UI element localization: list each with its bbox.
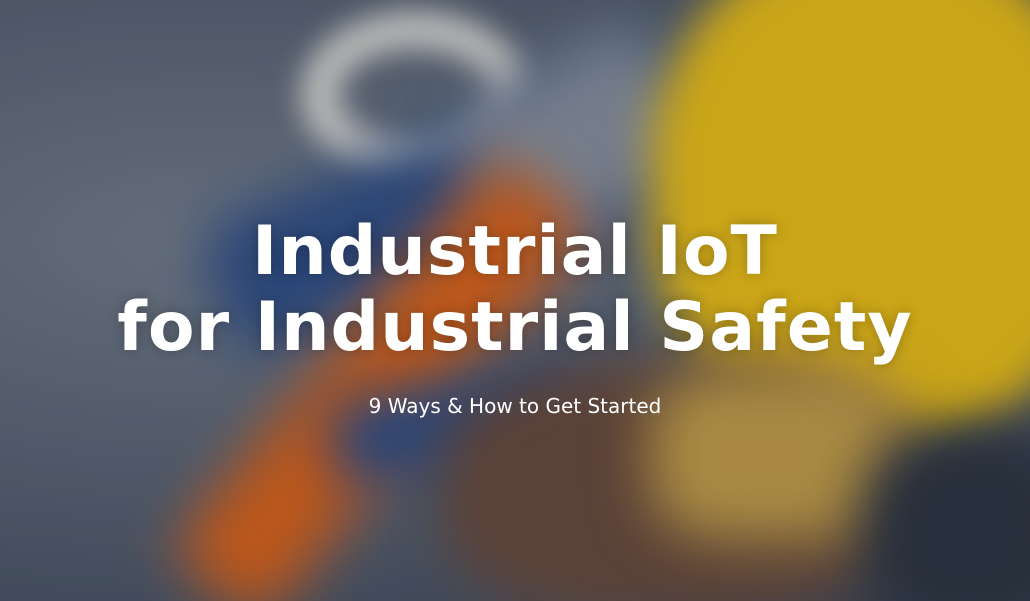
- hero-subtitle: 9 Ways & How to Get Started: [368, 394, 662, 418]
- hero-title-line1: Industrial IoT: [252, 212, 778, 291]
- hero-title-line2: for Industrial Safety: [117, 288, 913, 367]
